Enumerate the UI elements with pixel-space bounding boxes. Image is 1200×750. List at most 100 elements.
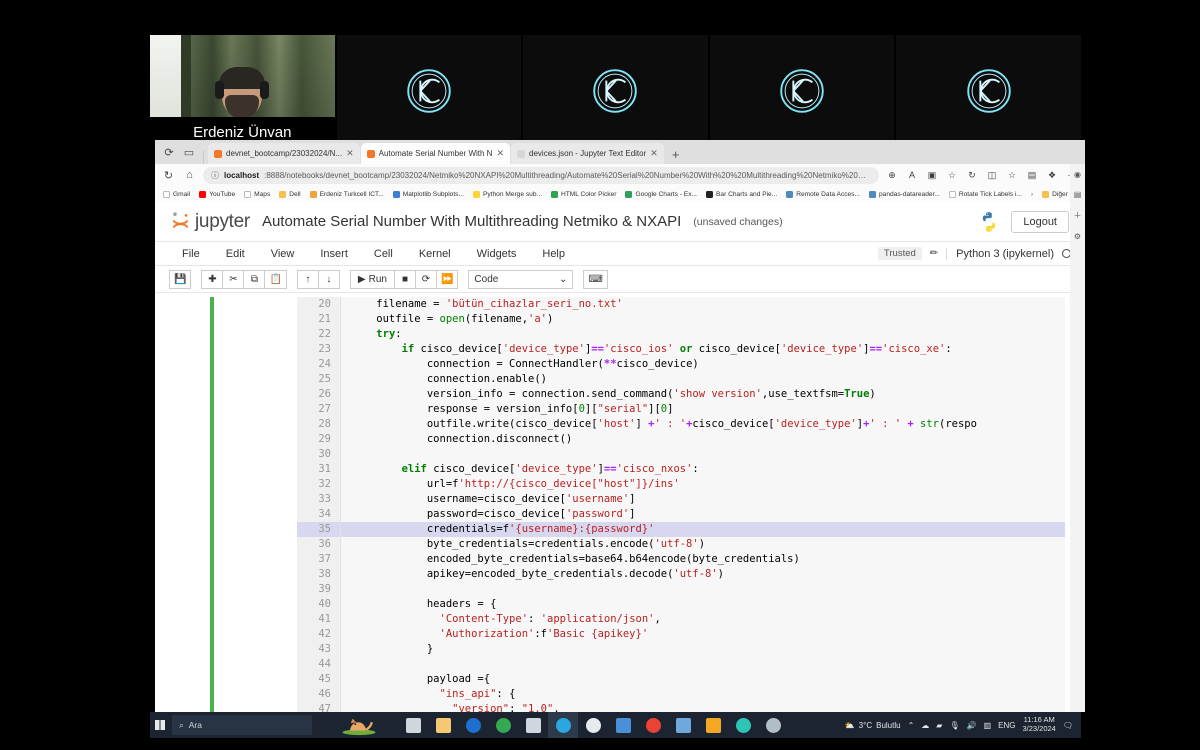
logout-button[interactable]: Logout: [1011, 210, 1069, 233]
move-cell-down-button[interactable]: ↓: [317, 269, 340, 289]
settings-button[interactable]: [578, 712, 608, 738]
browser-tab-0[interactable]: devnet_bootcamp/23032024/N... ✕: [208, 143, 360, 164]
bookmark-item[interactable]: Google Charts - Ex...: [625, 190, 697, 198]
run-button[interactable]: ▶ Run: [349, 269, 395, 289]
code-line[interactable]: 42 'Authorization':f'Basic {apikey}': [297, 627, 1065, 642]
menu-cell[interactable]: Cell: [361, 248, 406, 260]
bookmark-item[interactable]: Matplotlib Subplots...: [392, 190, 464, 198]
code-line[interactable]: 43 }: [297, 642, 1065, 657]
sidebar-settings-icon[interactable]: ⚙: [1074, 232, 1081, 241]
bookmarks-overflow-chevron[interactable]: ›: [1031, 191, 1033, 198]
save-button[interactable]: 💾: [169, 269, 192, 289]
bookmark-item[interactable]: Dell: [279, 190, 301, 198]
command-palette-button[interactable]: ⌨: [583, 269, 608, 289]
restart-and-run-all-button[interactable]: ⏩: [435, 269, 459, 289]
code-line[interactable]: 25 connection.enable(): [297, 372, 1065, 387]
notebook-title[interactable]: Automate Serial Number With Multithreadi…: [262, 213, 681, 230]
app-blue-circle-button[interactable]: [458, 712, 488, 738]
taskbar-clock[interactable]: 11:16 AM 3/23/2024: [1022, 716, 1055, 733]
split-screen-icon[interactable]: ▣: [925, 168, 939, 182]
zoom-icon[interactable]: ⊕: [885, 168, 899, 182]
bookmark-item[interactable]: Erdeniz Turkcell ICT...: [309, 190, 384, 198]
code-line[interactable]: 32 url=f'http://{cisco_device["host"]}/i…: [297, 477, 1065, 492]
microphone-icon[interactable]: 🎙: [949, 721, 959, 730]
cell-type-select[interactable]: Code ⌄: [468, 269, 574, 289]
split-view-icon[interactable]: ◫: [985, 168, 999, 182]
app-misc-button[interactable]: [758, 712, 788, 738]
volume-icon[interactable]: 🔊: [967, 721, 977, 730]
bookmark-item[interactable]: HTML Color Picker: [550, 190, 616, 198]
code-line[interactable]: 47 "version": "1.0",: [297, 702, 1065, 712]
browser-tab-2[interactable]: devices.json - Jupyter Text Editor ✕: [511, 143, 664, 164]
bookmark-item[interactable]: Maps: [244, 190, 270, 198]
edge-button[interactable]: [548, 712, 578, 738]
bookmark-item[interactable]: pandas-datareader...: [869, 190, 940, 198]
menu-file[interactable]: File: [169, 248, 213, 260]
code-line[interactable]: 20 filename = 'bütün_cihazlar_seri_no.tx…: [297, 297, 1065, 312]
code-line[interactable]: 31 elif cisco_device['device_type']=='ci…: [297, 462, 1065, 477]
code-line[interactable]: 23 if cisco_device['device_type']=='cisc…: [297, 342, 1065, 357]
task-view-button[interactable]: [398, 712, 428, 738]
menu-kernel[interactable]: Kernel: [406, 248, 464, 260]
browser-essentials-icon[interactable]: ❖: [1045, 168, 1059, 182]
chrome-button[interactable]: [488, 712, 518, 738]
code-line[interactable]: 45 payload ={: [297, 672, 1065, 687]
menu-edit[interactable]: Edit: [213, 248, 258, 260]
code-line[interactable]: 38 apikey=encoded_byte_credentials.decod…: [297, 567, 1065, 582]
bookmark-item[interactable]: Rotate Tick Labels i...: [948, 190, 1022, 198]
chevron-up-icon[interactable]: ⌃: [908, 721, 915, 730]
code-line[interactable]: 26 version_info = connection.send_comman…: [297, 387, 1065, 402]
history-refresh-icon[interactable]: ↻: [965, 168, 979, 182]
network-icon[interactable]: ▥: [984, 721, 992, 730]
tools-icon[interactable]: ▤: [1074, 190, 1082, 199]
code-line[interactable]: 34 password=cisco_device['password']: [297, 507, 1065, 522]
store-button[interactable]: [608, 712, 638, 738]
insert-cell-button[interactable]: ✚: [201, 269, 224, 289]
code-line[interactable]: 27 response = version_info[0]["serial"][…: [297, 402, 1065, 417]
code-line[interactable]: 28 outfile.write(cisco_device['host'] +'…: [297, 417, 1065, 432]
browser-tab-1[interactable]: Automate Serial Number With N ✕: [360, 143, 511, 164]
start-button[interactable]: [150, 712, 170, 738]
app-teal-button[interactable]: [728, 712, 758, 738]
notepad-button[interactable]: [668, 712, 698, 738]
video-tile-participant-3[interactable]: [709, 35, 895, 147]
refresh-icon[interactable]: ↻: [161, 168, 176, 183]
code-line[interactable]: 35 credentials=f'{username}:{password}': [297, 522, 1065, 537]
code-line[interactable]: 29 connection.disconnect(): [297, 432, 1065, 447]
code-line[interactable]: 46 "ins_api": {: [297, 687, 1065, 702]
interrupt-kernel-button[interactable]: ■: [393, 269, 416, 289]
code-editor[interactable]: 20 filename = 'bütün_cihazlar_seri_no.tx…: [297, 297, 1065, 712]
tab-close-icon[interactable]: ✕: [650, 148, 658, 159]
add-sidebar-icon[interactable]: ＋: [1074, 210, 1082, 221]
bookmark-item[interactable]: Bar Charts and Pie...: [706, 190, 777, 198]
favorites-icon[interactable]: ☆: [1005, 168, 1019, 182]
bookmark-item[interactable]: Gmail: [163, 190, 190, 198]
code-cell[interactable]: 20 filename = 'bütün_cihazlar_seri_no.tx…: [155, 293, 1085, 712]
taskbar-search[interactable]: ⌕ Ara: [172, 715, 312, 735]
bookmark-item[interactable]: YouTube: [199, 190, 235, 198]
read-aloud-icon[interactable]: A: [905, 168, 919, 182]
code-line[interactable]: 39: [297, 582, 1065, 597]
cut-cell-button[interactable]: ✂: [222, 269, 245, 289]
code-line[interactable]: 36 byte_credentials=credentials.encode('…: [297, 537, 1065, 552]
bookmark-item[interactable]: Python Merge sub...: [472, 190, 542, 198]
home-icon[interactable]: ⌂: [182, 168, 197, 183]
menu-view[interactable]: View: [258, 248, 308, 260]
jupyter-logo[interactable]: jupyter: [171, 211, 250, 233]
chrome-2-button[interactable]: [638, 712, 668, 738]
tab-close-icon[interactable]: ✕: [346, 148, 354, 159]
terminal-button[interactable]: [518, 712, 548, 738]
tab-preview-icon[interactable]: ▭: [179, 142, 199, 162]
code-line[interactable]: 21 outfile = open(filename,'a'): [297, 312, 1065, 327]
copilot-icon[interactable]: ◉: [1074, 170, 1081, 179]
favorite-star-icon[interactable]: ☆: [945, 168, 959, 182]
code-line[interactable]: 37 encoded_byte_credentials=base64.b64en…: [297, 552, 1065, 567]
paste-cell-button[interactable]: 📋: [264, 269, 287, 289]
tab-close-icon[interactable]: ✕: [496, 148, 504, 159]
menu-help[interactable]: Help: [529, 248, 578, 260]
video-tile-participant-1[interactable]: [336, 35, 522, 147]
bookmark-item[interactable]: Remote Data Acces...: [786, 190, 860, 198]
move-cell-up-button[interactable]: ↑: [296, 269, 319, 289]
collections-icon[interactable]: ▤: [1025, 168, 1039, 182]
address-bar[interactable]: ⓘ localhost:8888/notebooks/devnet_bootca…: [203, 166, 879, 184]
